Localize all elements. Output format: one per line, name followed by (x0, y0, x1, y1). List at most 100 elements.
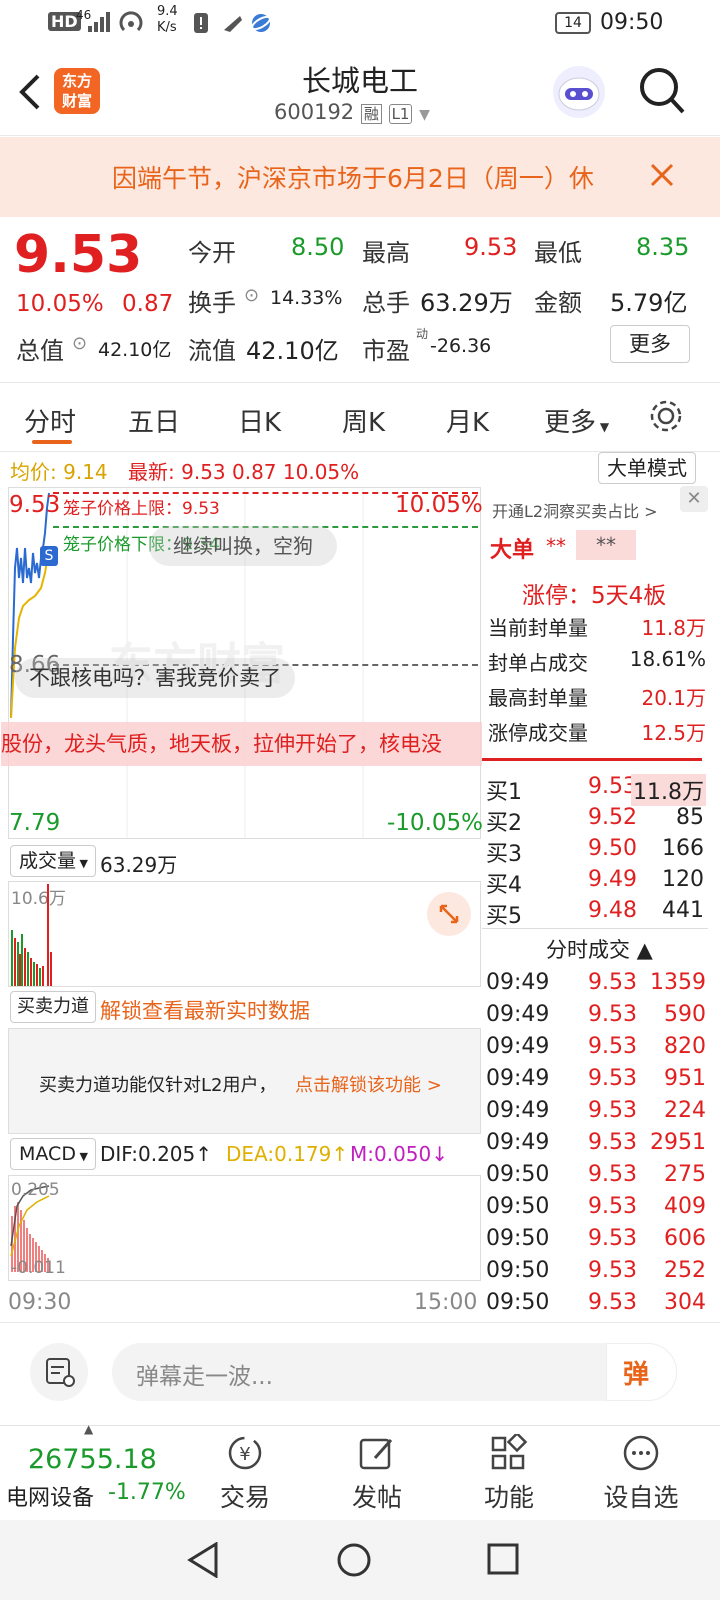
bottom-nav: ▲ 26755.18 电网设备 -1.77% ¥ 交易 发帖 功能 设自选 (0, 1422, 720, 1522)
robot-assistant-avatar[interactable] (553, 66, 605, 118)
big-order-mode-button[interactable]: 大单模式 (598, 452, 696, 484)
trade-row: 09:50 9.53 275 (486, 1162, 706, 1187)
sector-index-widget[interactable]: ▲ 26755.18 电网设备 -1.77% (0, 1422, 190, 1522)
close-icon[interactable]: ✕ (680, 486, 708, 512)
comment-bar: 弹幕走一波... 弹 (0, 1322, 720, 1424)
volume-chart[interactable]: 10.6万 (8, 881, 481, 987)
battery-indicator: 14 (555, 12, 591, 34)
nav-add-watchlist[interactable]: 设自选 (596, 1434, 686, 1514)
trade-row: 09:50 9.53 409 (486, 1194, 706, 1219)
barrage-settings-icon[interactable] (30, 1343, 88, 1401)
trade-row: 09:49 9.53 590 (486, 1002, 706, 1027)
volume-value: 63.29万 (420, 289, 513, 317)
grid-functions-icon (491, 1431, 528, 1470)
trade-row: 09:50 9.53 606 (486, 1226, 706, 1251)
time-end-label: 15:00 (414, 1290, 478, 1315)
volume-header: 成交量 ▼ 63.29万 (8, 843, 481, 879)
nav-functions[interactable]: 功能 (464, 1431, 554, 1514)
macd-header: MACD ▼ DIF:0.205↑ DEA:0.179↑ M:0.050↓ (8, 1136, 481, 1174)
force-indicator-select[interactable]: 买卖力道 ▼ (10, 991, 96, 1047)
avg-price: 均价: 9.14 (10, 460, 108, 484)
info-icon[interactable]: ⊙ (72, 333, 87, 354)
force-header: 买卖力道 ▼ 解锁查看最新实时数据 (8, 989, 481, 1047)
tab-five-day[interactable]: 五日 (128, 402, 180, 439)
float-label: 流值 (188, 337, 236, 365)
big-order-mask: ** (576, 530, 636, 560)
unlock-description: 买卖力道功能仅针对L2用户， (39, 1075, 277, 1096)
edit-post-icon (359, 1438, 393, 1470)
caret-up-icon: ▲ (84, 1422, 94, 1436)
sector-name: 电网设备 (6, 1486, 95, 1511)
volume-indicator-select[interactable]: 成交量 ▼ (10, 845, 96, 877)
system-recents-icon[interactable] (486, 1542, 520, 1576)
status-bar: HD 46 9.4 K/s 14 09:50 (0, 0, 720, 48)
system-back-icon[interactable] (186, 1542, 220, 1578)
open-label: 今开 (188, 239, 236, 267)
alert-icon (194, 13, 208, 33)
pe-superscript: 动 (416, 327, 429, 341)
chart-tabs: 分时 五日 日K 周K 月K 更多 ▼ (0, 384, 720, 452)
change-amount: 0.87 (122, 291, 174, 317)
nav-trade[interactable]: ¥ 交易 (200, 1434, 290, 1514)
bid-row[interactable]: 买3 9.50 166 (482, 836, 712, 868)
search-icon[interactable] (638, 66, 686, 116)
macd-indicator-select[interactable]: MACD ▼ (10, 1138, 96, 1170)
system-home-icon[interactable] (336, 1542, 372, 1578)
trade-row: 09:50 9.53 252 (486, 1258, 706, 1283)
app-notification-icon (251, 14, 271, 32)
low-value: 8.35 (636, 233, 690, 261)
signal-icon (88, 12, 110, 32)
barrage-toggle-button[interactable]: 弹 (606, 1343, 677, 1401)
tab-daily-k[interactable]: 日K (238, 402, 281, 439)
macd-top-label: 0.205 (11, 1180, 60, 1200)
barrage-input[interactable]: 弹幕走一波... 弹 (112, 1343, 677, 1401)
seal-stats: 当前封单量 11.8万 封单占成交 18.61% 最高封单量 20.1万 涨停成交量 1… (488, 612, 706, 752)
force-locked-panel[interactable]: 买卖力道功能仅针对L2用户， 点击解锁该功能 > (8, 1028, 481, 1134)
bid-row[interactable]: 买1 9.53 11.8万 (482, 774, 712, 806)
nav-post[interactable]: 发帖 (332, 1434, 422, 1514)
upper-cage-label: 笼子价格上限：9.53 (63, 499, 220, 519)
tab-weekly-k[interactable]: 周K (342, 402, 385, 439)
pe-label: 市盈 (362, 337, 410, 365)
more-dots-icon (623, 1435, 659, 1471)
change-percent: 10.05% (16, 291, 104, 317)
stat-row: 最高封单量 20.1万 (488, 686, 706, 710)
unlock-link[interactable]: 点击解锁该功能 > (295, 1071, 442, 1097)
app-header: 东方 财富 长城电工 600192 融 L1 ▼ (0, 48, 720, 136)
intraday-chart[interactable]: 9.53 10.05% 笼子价格上限：9.53 笼子价格下限：9.34 S 8.… (1, 487, 483, 839)
bid-row[interactable]: 买2 9.52 85 (482, 805, 712, 837)
barrage-bubble: 不跟核电吗？害我竞价卖了 (15, 658, 295, 698)
float-value: 42.10亿 (246, 337, 339, 365)
stock-name: 长城电工 (301, 64, 418, 98)
tab-more[interactable]: 更多 ▼ (544, 402, 609, 439)
high-label: 最高 (362, 239, 410, 267)
price-info-row: 均价: 9.14 最新: 9.53 0.87 10.05% 大单模式 (0, 452, 720, 486)
trade-row: 09:49 9.53 1359 (486, 970, 706, 995)
expand-icon[interactable] (427, 892, 471, 936)
sell-marker[interactable]: S (40, 546, 58, 566)
settings-gear-icon[interactable] (648, 398, 684, 434)
bid-row[interactable]: 买4 9.49 120 (482, 867, 712, 899)
unlock-title[interactable]: 解锁查看最新实时数据 (100, 995, 310, 1025)
bid-row[interactable]: 买5 9.48 441 (482, 898, 712, 930)
info-icon[interactable]: ⊙ (244, 285, 259, 306)
holiday-notice-banner[interactable]: 因端午节，沪深京市场于6月2日（周一）休 (0, 137, 720, 217)
macd-chart[interactable]: 0.205 -0.011 (8, 1175, 481, 1281)
more-button[interactable]: 更多 (610, 325, 690, 363)
stock-code: 600192 (274, 100, 355, 124)
barrage-bubble: 继续叫换，空狗 (149, 526, 337, 566)
tab-monthly-k[interactable]: 月K (446, 402, 489, 439)
turnover-value: 14.33% (270, 287, 343, 309)
l2-upgrade-link[interactable]: 开通L2洞察买卖占比 > (492, 498, 658, 522)
amount-label: 金额 (534, 289, 582, 317)
trades-title[interactable]: 分时成交 ▲ (546, 934, 653, 964)
stock-code-row[interactable]: 600192 融 L1 ▼ (274, 100, 430, 124)
trade-row: 09:49 9.53 224 (486, 1098, 706, 1123)
close-icon[interactable] (650, 163, 674, 187)
side-panel: 开通L2洞察买卖占比 > ✕ 大单 ** ** 涨停：5天4板 当前封单量 11.… (482, 486, 712, 1322)
stat-row: 封单占成交 18.61% (488, 647, 706, 675)
trade-row: 09:49 9.53 951 (486, 1066, 706, 1091)
big-order-label: 大单 (490, 538, 535, 563)
airplane-icon (224, 16, 242, 32)
tab-intraday[interactable]: 分时 (24, 402, 76, 439)
